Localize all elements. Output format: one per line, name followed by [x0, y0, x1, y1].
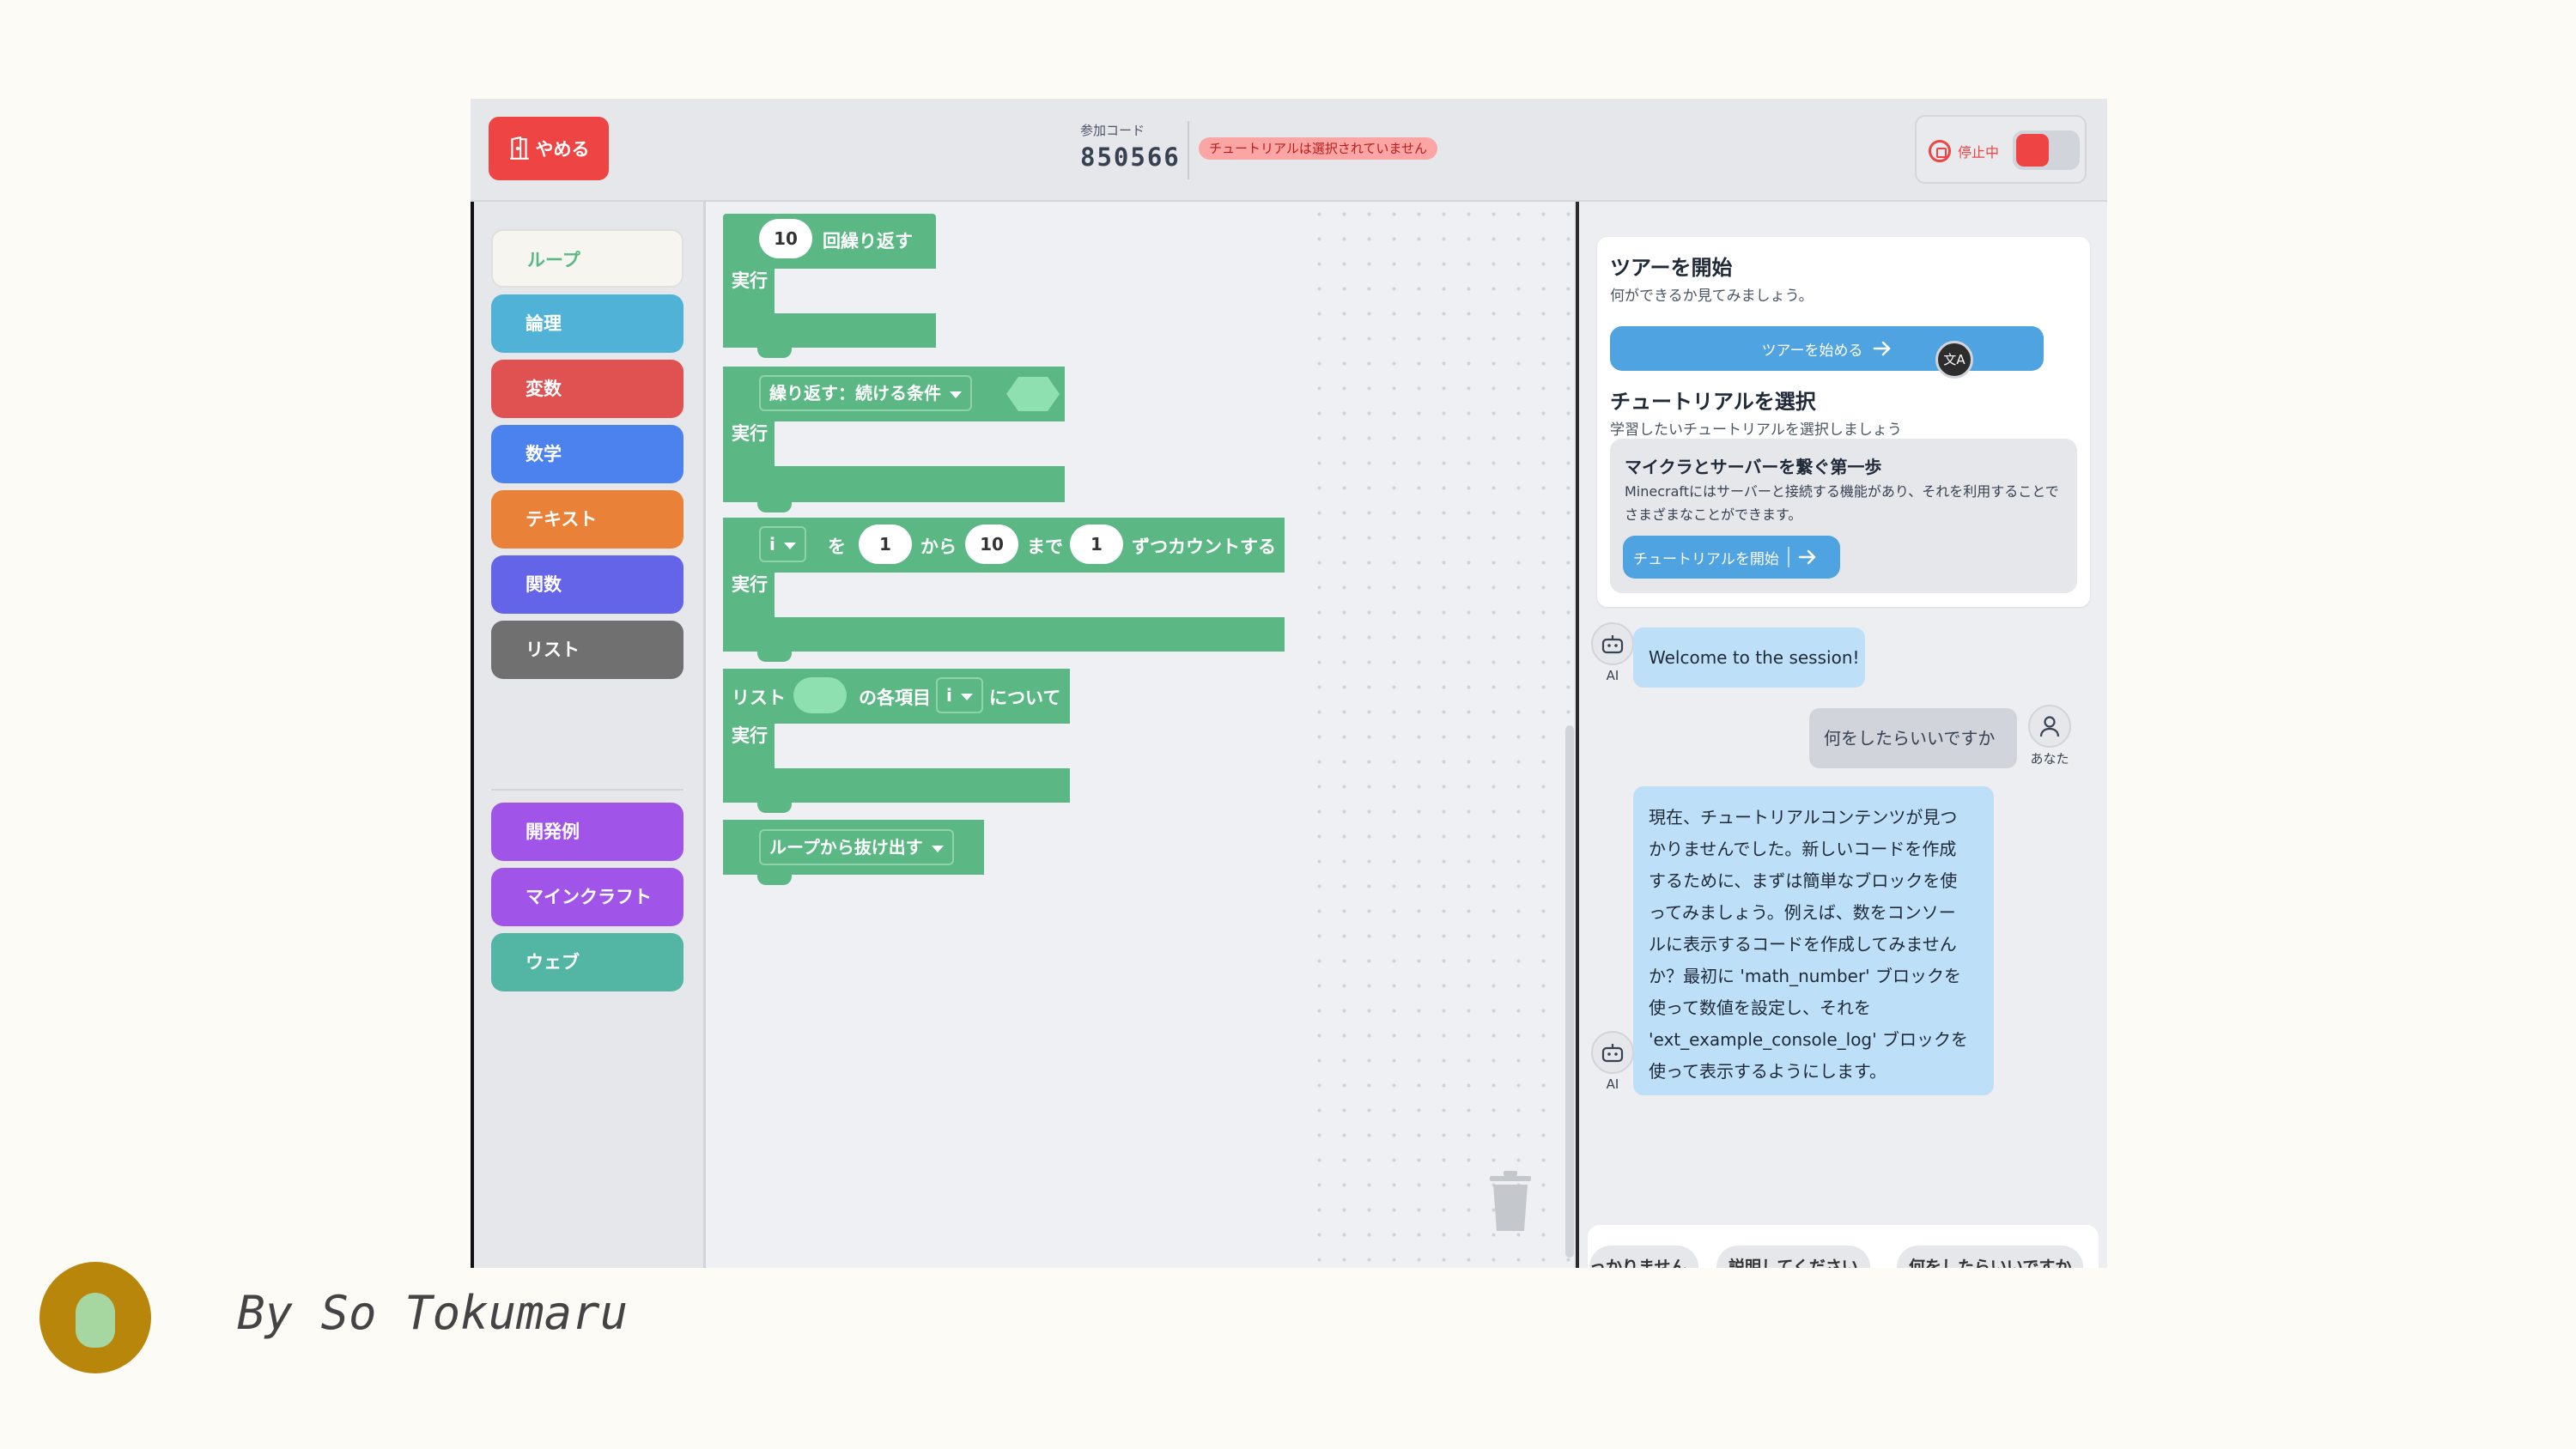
- repeat-label: 回繰り返す: [823, 231, 913, 252]
- ai-avatar: [1591, 622, 1634, 665]
- condition-slot[interactable]: [1006, 377, 1060, 411]
- list-input-slot[interactable]: [793, 677, 847, 713]
- category-loop[interactable]: ループ: [491, 229, 683, 288]
- assistant-panel: ツアーを開始 何ができるか見てみましょう。 ツアーを始める チュートリアルを選択…: [1579, 202, 2107, 1268]
- block-workspace[interactable]: 10 回繰り返す 実行 繰り返す：続ける条件 実行 i を 1 から 10 まで…: [706, 202, 1574, 1268]
- user-icon: [2039, 716, 2060, 737]
- start-tutorial-button[interactable]: チュートリアルを開始: [1623, 536, 1840, 579]
- tour-subtitle: 何ができるか見てみましょう。: [1610, 288, 1814, 305]
- user-caption: あなた: [2030, 751, 2069, 767]
- chevron-down-icon: [931, 845, 944, 852]
- exit-door-icon: [509, 136, 529, 160]
- translate-icon[interactable]: 文A: [1935, 341, 1973, 379]
- tutorial-item[interactable]: マイクラとサーバーを繋ぐ第一歩 Minecraftにはサーバーと接続する機能があ…: [1610, 439, 2077, 593]
- category-lists[interactable]: リスト: [491, 621, 683, 679]
- tutorial-select-title: チュートリアルを選択: [1610, 390, 1816, 414]
- quit-label: やめる: [535, 139, 590, 160]
- tutorial-select-subtitle: 学習したいチュートリアルを選択しましょう: [1610, 421, 1902, 439]
- toolbox: ループ 論理 変数 数学 テキスト 関数 リスト 開発例 マインクラフト ウェブ: [474, 202, 706, 1268]
- toggle-knob: [2016, 134, 2049, 167]
- for-step-label: ずつカウントする: [1132, 537, 1276, 557]
- tutorial-item-title: マイクラとサーバーを繋ぐ第一歩: [1625, 457, 1882, 477]
- break-mode-dropdown[interactable]: ループから抜け出す: [759, 829, 954, 865]
- tutorial-status-badge: チュートリアルは選択されていません: [1199, 137, 1437, 160]
- block-flyout: 10 回繰り返す 実行 繰り返す：続ける条件 実行 i を 1 から 10 まで…: [706, 202, 1307, 1268]
- while-do-label: 実行: [732, 423, 768, 444]
- ai-message: 現在、チュートリアルコンテンツが見つ かりませんでした。新しいコードを作成 する…: [1633, 786, 1994, 1095]
- arrow-right-icon: [1874, 341, 1892, 356]
- foreach-variable-dropdown[interactable]: i: [936, 677, 983, 713]
- ai-caption: AI: [1606, 668, 1619, 683]
- tutorial-item-description: Minecraftにはサーバーと接続する機能があり、それを利用することでさまざま…: [1625, 483, 2059, 523]
- for-to-input[interactable]: 10: [965, 524, 1018, 564]
- for-from-input[interactable]: 1: [859, 524, 912, 564]
- chevron-down-icon: [950, 391, 962, 398]
- category-logic[interactable]: 論理: [491, 294, 683, 353]
- foreach-about-label: について: [989, 688, 1061, 708]
- robot-icon: [1601, 1044, 1624, 1063]
- vertical-scrollbar[interactable]: [1565, 725, 1574, 1258]
- repeat-do-label: 実行: [732, 270, 768, 291]
- for-wo-label: を: [828, 537, 846, 557]
- status-label: 停止中: [1958, 144, 2000, 161]
- user-message: 何をしたらいいですか: [1809, 708, 2017, 768]
- quit-button[interactable]: やめる: [489, 117, 609, 180]
- category-text[interactable]: テキスト: [491, 490, 683, 549]
- join-code-value: 850566: [1080, 142, 1181, 172]
- bug-icon: [76, 1293, 115, 1348]
- tour-card: ツアーを開始 何ができるか見てみましょう。 ツアーを始める チュートリアルを選択…: [1597, 237, 2090, 607]
- ai-caption: AI: [1606, 1076, 1619, 1092]
- category-separator: [491, 789, 683, 791]
- trash-icon[interactable]: [1486, 1169, 1534, 1233]
- ai-message: Welcome to the session!: [1633, 627, 1865, 688]
- workspace-grid: [1307, 202, 1574, 1268]
- join-code-label: 参加コード: [1080, 123, 1145, 138]
- author-logo: [39, 1262, 151, 1373]
- author-credit: By So Tokumaru: [237, 1286, 629, 1340]
- for-do-label: 実行: [732, 574, 768, 595]
- run-status-box: 停止中: [1915, 115, 2087, 184]
- start-tutorial-label: チュートリアルを開始: [1633, 550, 1779, 568]
- user-avatar: [2028, 705, 2071, 748]
- chat-input-area: っかりません 説明してください 何をしたらいいですか: [1588, 1225, 2099, 1268]
- for-variable-dropdown[interactable]: i: [759, 526, 806, 562]
- category-math[interactable]: 数学: [491, 425, 683, 483]
- run-toggle[interactable]: [2013, 130, 2080, 170]
- tour-title: ツアーを開始: [1610, 256, 1733, 280]
- while-mode-dropdown[interactable]: 繰り返す：続ける条件: [759, 375, 972, 411]
- category-examples[interactable]: 開発例: [491, 803, 683, 861]
- for-step-input[interactable]: 1: [1070, 524, 1123, 564]
- foreach-do-label: 実行: [732, 725, 768, 746]
- category-variables[interactable]: 変数: [491, 360, 683, 418]
- arrow-right-icon: [1798, 549, 1816, 565]
- ai-avatar: [1591, 1031, 1634, 1074]
- app-window: やめる 参加コード 850566 チュートリアルは選択されていません 停止中 ル…: [471, 99, 2107, 1268]
- start-tour-label: ツアーを始める: [1761, 342, 1863, 360]
- category-functions[interactable]: 関数: [491, 555, 683, 614]
- robot-icon: [1601, 635, 1624, 654]
- chevron-down-icon: [960, 693, 973, 700]
- for-to-label: まで: [1027, 537, 1063, 557]
- start-tour-button[interactable]: ツアーを始める: [1610, 326, 2044, 371]
- repeat-count-input[interactable]: 10: [759, 219, 812, 258]
- foreach-each-label: の各項目: [859, 688, 931, 708]
- suggestion-chip[interactable]: っかりません: [1589, 1246, 1699, 1268]
- category-web[interactable]: ウェブ: [491, 933, 683, 991]
- foreach-list-label: リスト: [732, 688, 786, 708]
- suggestion-chip[interactable]: 説明してください: [1716, 1246, 1870, 1268]
- top-bar: やめる 参加コード 850566 チュートリアルは選択されていません 停止中: [471, 99, 2107, 202]
- chevron-down-icon: [783, 542, 796, 549]
- category-minecraft[interactable]: マインクラフト: [491, 868, 683, 926]
- suggestion-chip[interactable]: 何をしたらいいですか: [1897, 1246, 2084, 1268]
- for-from-label: から: [920, 537, 957, 557]
- divider: [1188, 121, 1189, 179]
- join-code-area: 参加コード 850566: [1080, 121, 1181, 172]
- stop-icon: [1929, 140, 1951, 162]
